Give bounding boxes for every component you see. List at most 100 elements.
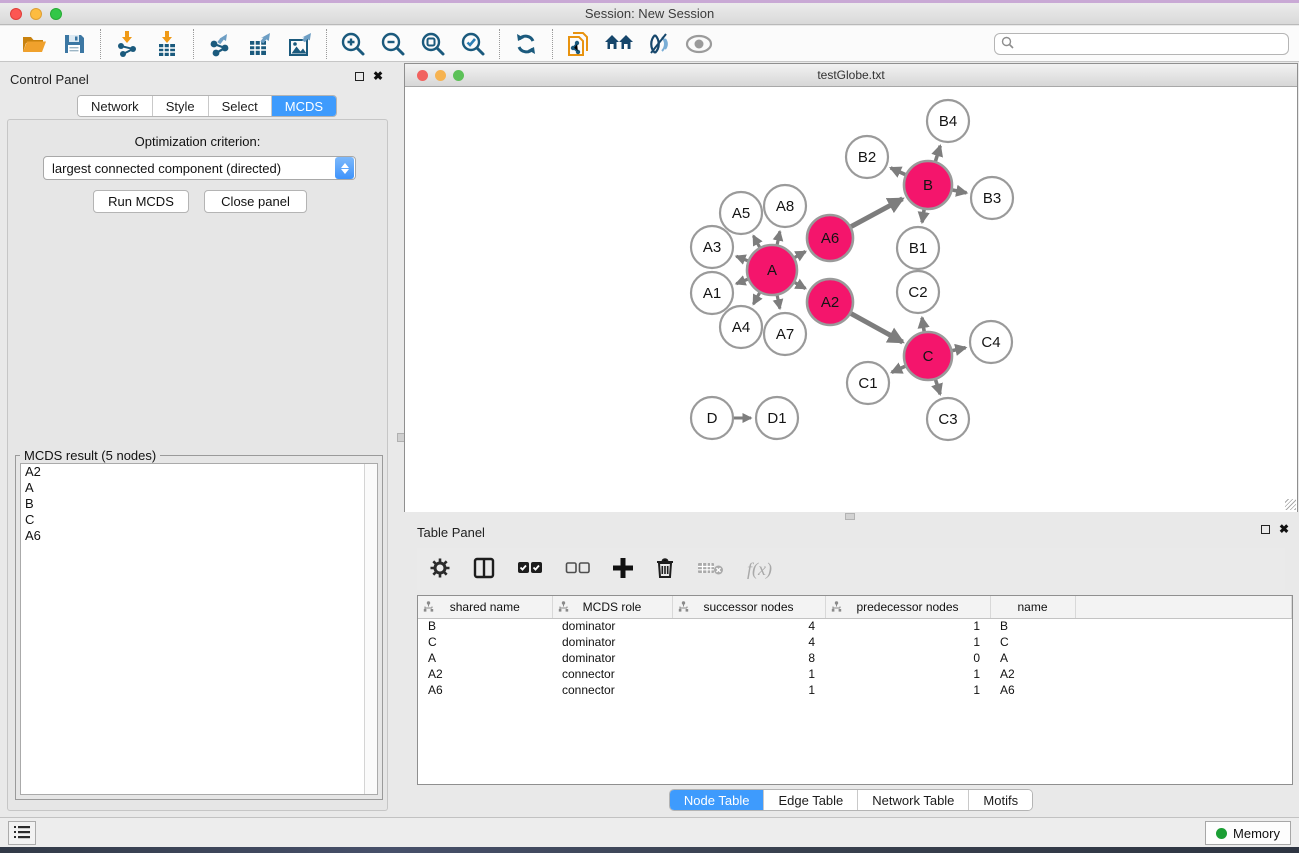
tab-motifs[interactable]: Motifs [969,790,1032,810]
node-C[interactable]: C [904,332,952,380]
table-cell[interactable]: 1 [672,666,825,682]
table-cell[interactable]: 4 [672,634,825,650]
table-cell[interactable]: A [990,650,1075,666]
node-B1[interactable]: B1 [897,227,939,269]
node-A1[interactable]: A1 [691,272,733,314]
zoom-in-button[interactable] [336,29,370,59]
split-view-button[interactable] [473,557,495,582]
tab-select[interactable]: Select [209,96,272,116]
network-minimize-button[interactable] [435,70,446,81]
edge-B-B3[interactable] [952,190,966,193]
float-panel-icon[interactable] [355,72,364,81]
edge-A-A3[interactable] [736,256,747,260]
column-header-predecessor-nodes[interactable]: predecessor nodes [825,596,990,618]
column-header-MCDS-role[interactable]: MCDS role [552,596,672,618]
close-panel-button[interactable]: Close panel [204,190,307,213]
edge-A-A8[interactable] [777,231,780,244]
table-row[interactable]: Adominator80A [418,650,1292,666]
table-cell[interactable]: 4 [672,618,825,634]
tab-network-table[interactable]: Network Table [858,790,969,810]
node-D[interactable]: D [691,397,733,439]
edge-A6-B[interactable] [851,199,902,227]
node-A5[interactable]: A5 [720,192,762,234]
network-close-button[interactable] [417,70,428,81]
graphics-details-button[interactable] [642,29,676,59]
node-A8[interactable]: A8 [764,185,806,227]
add-column-button[interactable] [613,558,633,581]
edge-B-B4[interactable] [935,146,940,161]
table-cell[interactable]: C [990,634,1075,650]
table-cell[interactable]: dominator [552,618,672,634]
node-B[interactable]: B [904,161,952,209]
unselect-all-button[interactable] [565,561,591,578]
network-maximize-button[interactable] [453,70,464,81]
edge-A-A2[interactable] [795,283,806,289]
node-B3[interactable]: B3 [971,177,1013,219]
table-row[interactable]: Bdominator41B [418,618,1292,634]
result-list-item[interactable]: C [21,512,377,528]
import-network-button[interactable] [110,29,144,59]
open-network-file-button[interactable] [562,29,596,59]
export-table-button[interactable] [243,29,277,59]
zoom-window-button[interactable] [50,8,62,20]
task-history-button[interactable] [8,821,36,845]
function-builder-button[interactable]: f(x) [747,559,772,580]
table-cell[interactable]: 1 [672,682,825,698]
table-cell[interactable]: connector [552,666,672,682]
tab-edge-table[interactable]: Edge Table [764,790,858,810]
table-cell[interactable]: A6 [990,682,1075,698]
close-panel-icon[interactable]: ✖ [373,72,383,81]
node-C1[interactable]: C1 [847,362,889,404]
search-input[interactable] [1018,37,1282,51]
edge-C-C4[interactable] [952,348,965,351]
zoom-out-button[interactable] [376,29,410,59]
memory-button[interactable]: Memory [1205,821,1291,845]
import-table-button[interactable] [150,29,184,59]
refresh-button[interactable] [509,29,543,59]
column-header-successor-nodes[interactable]: successor nodes [672,596,825,618]
edge-C-C3[interactable] [936,380,941,394]
node-C4[interactable]: C4 [970,321,1012,363]
table-cell[interactable]: 1 [825,618,990,634]
tab-style[interactable]: Style [153,96,209,116]
edge-A2-C[interactable] [851,314,903,342]
network-graph[interactable]: AA1A2A3A4A5A6A7A8BB1B2B3B4CC1C2C3C4DD1 [405,88,1297,512]
result-list-scrollbar[interactable] [364,464,377,794]
result-list-item[interactable]: A2 [21,464,377,480]
table-cell[interactable]: 1 [825,666,990,682]
result-list-item[interactable]: B [21,496,377,512]
table-cell[interactable]: 8 [672,650,825,666]
node-C3[interactable]: C3 [927,398,969,440]
column-header-shared-name[interactable]: shared name [418,596,552,618]
table-settings-button[interactable] [429,557,451,582]
table-cell[interactable]: B [418,618,552,634]
save-session-button[interactable] [57,29,91,59]
table-cell[interactable]: dominator [552,650,672,666]
edge-C-C2[interactable] [922,318,924,332]
node-A6[interactable]: A6 [807,215,853,261]
home-button[interactable] [602,29,636,59]
edge-A-A1[interactable] [736,279,747,283]
node-A4[interactable]: A4 [720,306,762,348]
table-cell[interactable]: C [418,634,552,650]
node-A[interactable]: A [747,245,797,295]
table-cell[interactable]: A6 [418,682,552,698]
table-cell[interactable]: B [990,618,1075,634]
node-B4[interactable]: B4 [927,100,969,142]
node-A7[interactable]: A7 [764,313,806,355]
close-table-panel-icon[interactable]: ✖ [1279,525,1289,534]
zoom-fit-button[interactable] [416,29,450,59]
delete-column-button[interactable] [655,557,675,582]
result-list-item[interactable]: A6 [21,528,377,544]
criterion-dropdown[interactable]: largest connected component (directed) [43,156,356,180]
node-D1[interactable]: D1 [756,397,798,439]
network-window-titlebar[interactable]: testGlobe.txt [405,64,1297,87]
table-cell[interactable]: A [418,650,552,666]
edge-A-A7[interactable] [777,295,780,308]
table-cell[interactable]: 1 [825,682,990,698]
minimize-window-button[interactable] [30,8,42,20]
float-table-panel-icon[interactable] [1261,525,1270,534]
edge-C-C1[interactable] [892,366,905,372]
table-cell[interactable]: connector [552,682,672,698]
table-row[interactable]: Cdominator41C [418,634,1292,650]
